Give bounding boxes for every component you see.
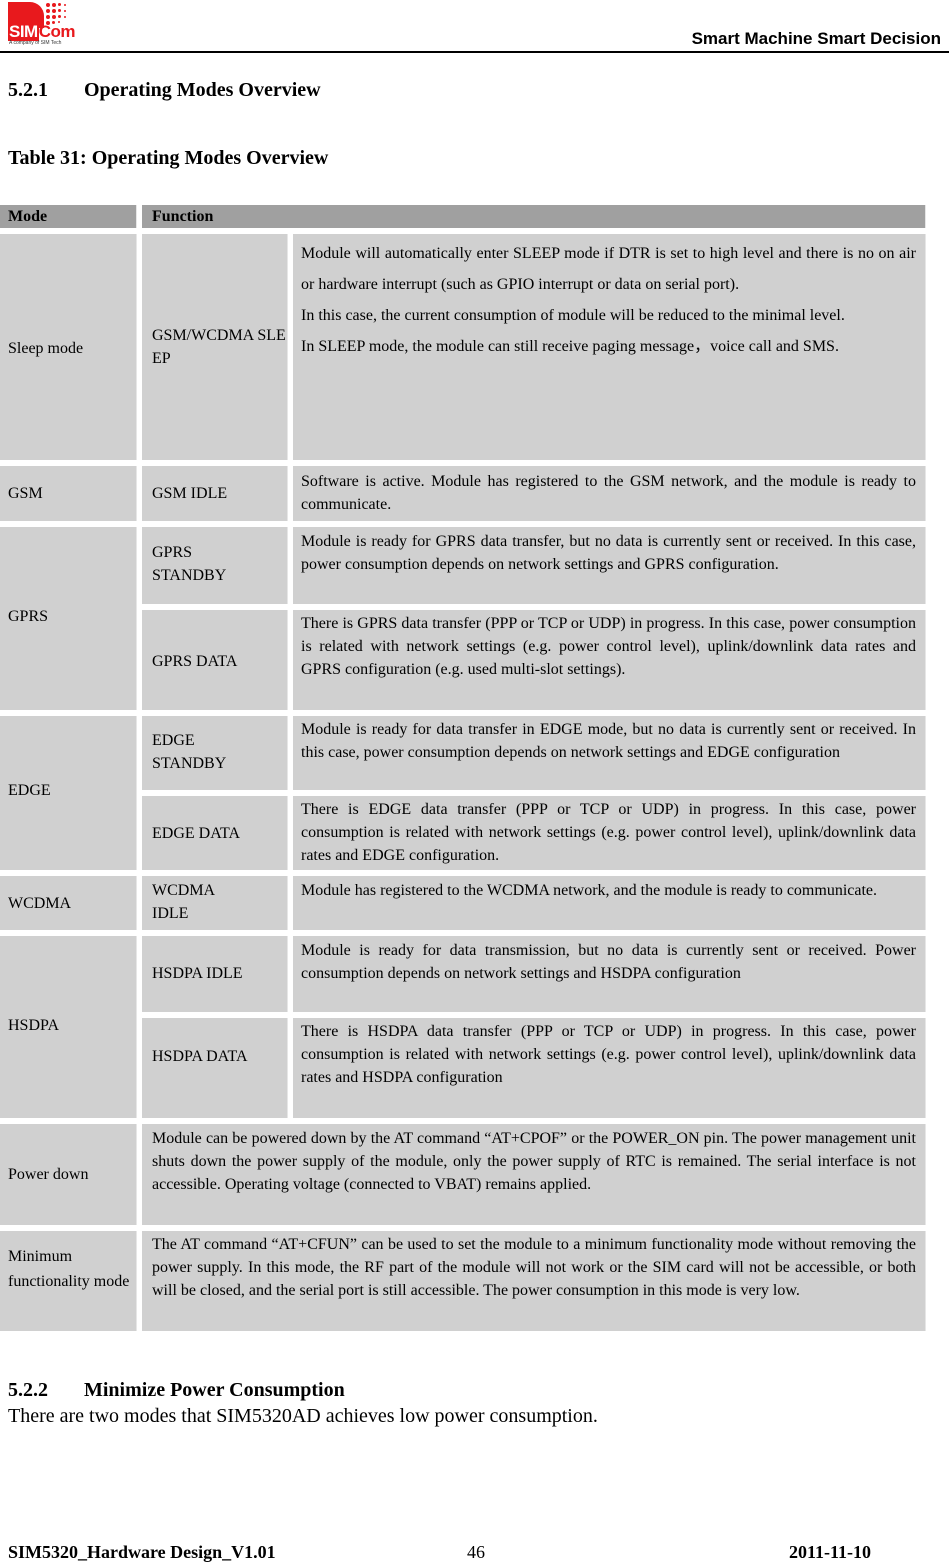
- logo-com: Com: [38, 22, 76, 41]
- table-row-edge: EDGE: [0, 716, 137, 870]
- header-mode-label: Mode: [8, 208, 48, 225]
- body-paragraph: There are two modes that SIM5320AD achie…: [8, 1405, 598, 1427]
- footer-date: 2011-11-10: [789, 1542, 872, 1562]
- section-number: 5.2.2: [8, 1379, 48, 1401]
- description-cell: Module has registered to the WCDMA netwo…: [293, 876, 926, 930]
- description-text: Module is ready for data transmission, b…: [301, 942, 916, 982]
- description-text-2: In this case, the current consumption of…: [301, 307, 845, 324]
- page-header: SIMCom A company of SIM Tech Smart Machi…: [0, 0, 949, 54]
- description-text-3: In SLEEP mode, the module can still rece…: [301, 338, 839, 355]
- submode-text: HSDPA DATA: [152, 1048, 248, 1065]
- submode-cell: GSM/WCDMA SLEEP: [142, 234, 288, 460]
- description-text: There is EDGE data transfer (PPP or TCP …: [301, 801, 916, 864]
- description-cell: There is EDGE data transfer (PPP or TCP …: [293, 796, 926, 870]
- submode-text: EDGE DATA: [152, 825, 241, 842]
- footer-document-name: SIM5320_Hardware Design_V1.01: [8, 1542, 276, 1562]
- submode-cell: GSM IDLE: [142, 466, 288, 521]
- submode-cell: HSDPA DATA: [142, 1018, 288, 1118]
- mode-cell: EDGE: [8, 782, 51, 799]
- description-text: Software is active. Module has registere…: [301, 473, 916, 513]
- section-title: Operating Modes Overview: [84, 79, 321, 101]
- description-cell: Module will automatically enter SLEEP mo…: [293, 234, 926, 460]
- submode-cell: EDGE DATA: [142, 796, 288, 870]
- submode-text: GSM IDLE: [152, 485, 228, 502]
- table-header-mode: Mode: [0, 205, 137, 228]
- mode-cell: WCDMA: [8, 895, 72, 912]
- logo-brand: SIMCom: [8, 22, 76, 42]
- table-row-power-down: Power down: [0, 1124, 137, 1225]
- submode-text: WCDMA IDLE: [152, 882, 215, 922]
- submode-cell: EDGE STANDBY: [142, 716, 288, 790]
- submode-cell: GPRS DATA: [142, 610, 288, 710]
- logo-sim: SIM: [8, 22, 39, 41]
- submode-text: EDGE STANDBY: [152, 732, 227, 772]
- description-text: There is HSDPA data transfer (PPP or TCP…: [301, 1023, 916, 1086]
- submode-text: GSM/WCDMA SLEEP: [152, 327, 286, 367]
- mode-cell: HSDPA: [8, 1017, 59, 1034]
- description-cell: There is HSDPA data transfer (PPP or TCP…: [293, 1018, 926, 1118]
- description-text: Module will automatically enter SLEEP mo…: [301, 245, 916, 293]
- header-slogan: Smart Machine Smart Decision: [691, 29, 941, 48]
- table-row-wcdma: WCDMA: [0, 876, 137, 930]
- table-header-function: Function: [142, 205, 926, 228]
- description-text: Module is ready for data transfer in EDG…: [301, 721, 916, 761]
- submode-text: GPRS STANDBY: [152, 544, 227, 584]
- description-text: The AT command “AT+CFUN” can be used to …: [152, 1236, 916, 1299]
- table-row-sleep-mode: Sleep mode: [0, 234, 137, 460]
- table-row-hsdpa: HSDPA: [0, 936, 137, 1118]
- mode-cell: GSM: [8, 485, 43, 502]
- mode-cell: Power down: [8, 1166, 89, 1183]
- description-text: There is GPRS data transfer (PPP or TCP …: [301, 615, 916, 678]
- description-cell: Module is ready for data transfer in EDG…: [293, 716, 926, 790]
- submode-text: GPRS DATA: [152, 653, 238, 670]
- mode-cell: Minimum functionality mode: [8, 1248, 130, 1290]
- description-cell: Module is ready for GPRS data transfer, …: [293, 527, 926, 604]
- submode-cell: HSDPA IDLE: [142, 936, 288, 1012]
- description-text: Module has registered to the WCDMA netwo…: [301, 882, 878, 899]
- simcom-logo: SIMCom A company of SIM Tech: [8, 2, 78, 46]
- description-text: Module can be powered down by the AT com…: [152, 1130, 916, 1193]
- description-cell: There is GPRS data transfer (PPP or TCP …: [293, 610, 926, 710]
- logo-tagline: A company of SIM Tech: [9, 40, 62, 46]
- description-text: Module is ready for GPRS data transfer, …: [301, 533, 916, 573]
- description-cell: Module can be powered down by the AT com…: [142, 1124, 926, 1225]
- mode-cell: Sleep mode: [8, 340, 84, 357]
- table-caption: Table 31: Operating Modes Overview: [8, 147, 329, 169]
- description-cell: Software is active. Module has registere…: [293, 466, 926, 521]
- submode-cell: GPRS STANDBY: [142, 527, 288, 604]
- table-row-minimum-functionality: Minimum functionality mode: [0, 1231, 137, 1331]
- header-function-label: Function: [152, 208, 214, 225]
- submode-cell: WCDMA IDLE: [142, 876, 288, 930]
- table-row-gsm: GSM: [0, 466, 137, 521]
- description-cell: The AT command “AT+CFUN” can be used to …: [142, 1231, 926, 1331]
- description-cell: Module is ready for data transmission, b…: [293, 936, 926, 1012]
- footer-page-number: 46: [467, 1542, 485, 1562]
- section-heading-5-2-1: 5.2.1 Operating Modes Overview: [8, 79, 321, 102]
- mode-cell: GPRS: [8, 608, 49, 625]
- section-title: Minimize Power Consumption: [84, 1379, 345, 1401]
- section-heading-5-2-2: 5.2.2 Minimize Power Consumption: [8, 1379, 345, 1402]
- table-row-gprs: GPRS: [0, 527, 137, 710]
- section-number: 5.2.1: [8, 79, 48, 101]
- submode-text: HSDPA IDLE: [152, 965, 243, 982]
- header-divider: [0, 51, 949, 53]
